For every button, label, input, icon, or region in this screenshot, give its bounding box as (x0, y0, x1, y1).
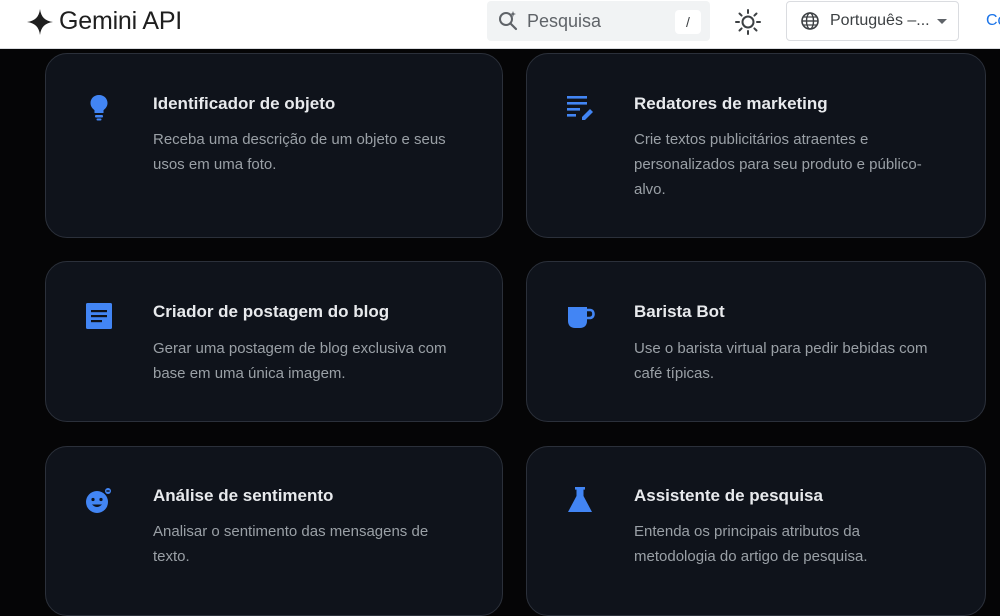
search-shortcut-key: / (675, 10, 701, 34)
card-barista-bot[interactable]: Barista Bot Use o barista virtual para p… (526, 261, 986, 422)
card-title: Redatores de marketing (634, 94, 828, 113)
card-object-identifier[interactable]: Identificador de objeto Receba uma descr… (45, 53, 503, 238)
edit-note-icon (567, 96, 593, 120)
card-title: Criador de postagem do blog (153, 302, 390, 321)
brand-logo[interactable]: Gemini API (26, 7, 182, 36)
card-title: Análise de sentimento (153, 486, 334, 505)
gemini-sparkle-icon (27, 8, 53, 35)
top-bar: Gemini API / Português –... Co (0, 0, 1000, 49)
coffee-cup-icon (568, 307, 595, 328)
card-title: Identificador de objeto (153, 94, 336, 113)
caret-down-icon (936, 18, 947, 24)
card-description: Receba uma descrição de um objeto e seus… (153, 131, 446, 173)
card-title: Assistente de pesquisa (634, 486, 823, 505)
header-link-partial[interactable]: Co (986, 12, 1000, 30)
globe-icon (801, 12, 819, 30)
search-spark-icon (499, 11, 518, 31)
card-description: Entenda os principais atributos da metod… (634, 523, 868, 565)
lightbulb-icon (90, 95, 108, 121)
card-description: Gerar uma postagem de blog exclusiva com… (153, 340, 447, 382)
card-sentiment-analysis[interactable]: Análise de sentimento Analisar o sentime… (45, 446, 503, 616)
card-research-assistant[interactable]: Assistente de pesquisa Entenda os princi… (526, 446, 986, 616)
card-marketing-writers[interactable]: Redatores de marketing Crie textos publi… (526, 53, 986, 238)
card-description: Crie textos publicitários atraentes e pe… (634, 131, 922, 198)
article-icon (86, 303, 112, 329)
language-label: Português –... (830, 12, 930, 29)
card-blog-post-creator[interactable]: Criador de postagem do blog Gerar uma po… (45, 261, 503, 422)
language-selector[interactable]: Português –... (786, 1, 959, 41)
sun-icon[interactable] (734, 8, 762, 36)
sentiment-emoji-icon (86, 486, 113, 513)
flask-icon (568, 487, 592, 512)
app-title: Gemini API (59, 7, 183, 35)
card-description: Analisar o sentimento das mensagens de t… (153, 523, 429, 565)
card-description: Use o barista virtual para pedir bebidas… (634, 340, 928, 382)
card-title: Barista Bot (634, 302, 725, 321)
search-input[interactable] (527, 10, 667, 32)
